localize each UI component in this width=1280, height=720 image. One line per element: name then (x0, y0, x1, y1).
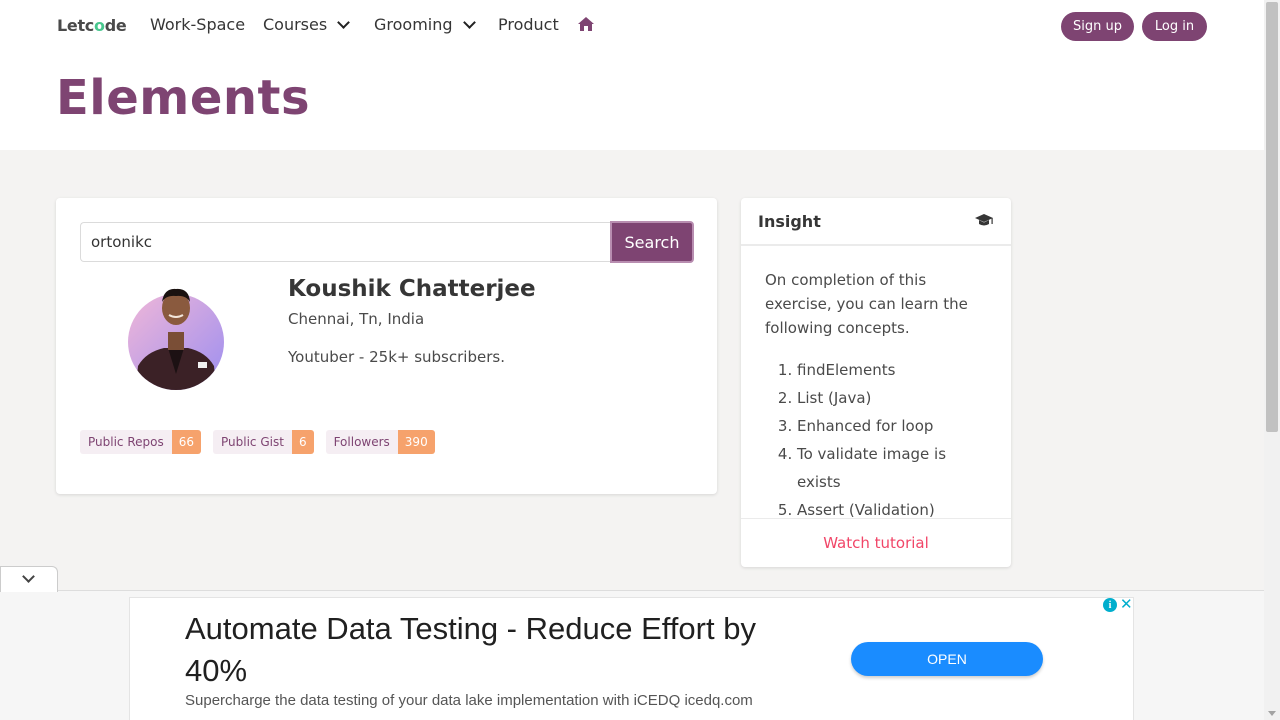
insight-title: Insight (758, 211, 821, 231)
profile-bio: Youtuber - 25k+ subscribers. (288, 348, 505, 366)
navbar: Letcode Work-Space Courses Grooming Prod… (0, 0, 1264, 52)
list-item: To validate image is exists (797, 440, 987, 496)
insight-card: Insight On completion of this exercise, … (741, 198, 1011, 567)
insight-intro: On completion of this exercise, you can … (765, 271, 968, 337)
nav-courses[interactable]: Courses (263, 15, 351, 34)
chevron-down-icon (22, 570, 35, 583)
list-item: findElements (797, 356, 987, 384)
profile-card: Search Koushik Chatterjee Chennai, Tn, I… (56, 198, 717, 494)
ad-collapse-tab[interactable] (0, 566, 58, 592)
login-button[interactable]: Log in (1142, 12, 1207, 41)
ad-content[interactable]: Automate Data Testing - Reduce Effort by… (129, 595, 1134, 720)
nav-grooming[interactable]: Grooming (374, 15, 476, 34)
insight-header: Insight (741, 198, 1011, 246)
nav-product[interactable]: Product (498, 15, 559, 34)
signup-button[interactable]: Sign up (1061, 12, 1134, 41)
tag-public-repos: Public Repos 66 (80, 430, 202, 454)
scrollbar-thumb[interactable] (1266, 2, 1278, 432)
insight-body: On completion of this exercise, you can … (741, 246, 1011, 524)
chevron-down-icon (337, 15, 351, 29)
home-icon[interactable] (577, 16, 595, 32)
stats-tags: Public Repos 66 Public Gist 6 Followers … (80, 430, 447, 454)
chevron-down-icon (462, 15, 476, 29)
logo-o: o (93, 16, 105, 35)
scrollbar[interactable] (1264, 0, 1280, 720)
profile-name: Koushik Chatterjee (288, 276, 536, 302)
info-icon[interactable]: i (1103, 598, 1117, 612)
nav-workspace[interactable]: Work-Space (150, 15, 245, 34)
tag-public-gist: Public Gist 6 (213, 430, 314, 454)
avatar (128, 288, 224, 390)
list-item: List (Java) (797, 384, 987, 412)
concept-list: findElements List (Java) Enhanced for lo… (765, 356, 987, 524)
tag-followers: Followers 390 (325, 430, 435, 454)
list-item: Enhanced for loop (797, 412, 987, 440)
close-icon[interactable]: ✕ (1120, 595, 1133, 613)
logo[interactable]: Letcode (57, 16, 127, 35)
page-title: Elements (56, 70, 311, 126)
ad-headline[interactable]: Automate Data Testing - Reduce Effort by… (185, 608, 805, 692)
ad-subtext[interactable]: Supercharge the data testing of your dat… (185, 692, 753, 709)
header-hero: Letcode Work-Space Courses Grooming Prod… (0, 0, 1264, 150)
graduation-cap-icon (975, 214, 993, 226)
ad-banner: Automate Data Testing - Reduce Effort by… (0, 590, 1264, 720)
watch-tutorial-link[interactable]: Watch tutorial (741, 518, 1011, 567)
search-input[interactable] (80, 222, 612, 262)
search-button[interactable]: Search (610, 221, 694, 263)
profile-location: Chennai, Tn, India (288, 310, 425, 328)
ad-open-button[interactable]: OPEN (851, 642, 1043, 676)
scroll-down-arrow-icon[interactable] (1268, 711, 1276, 716)
